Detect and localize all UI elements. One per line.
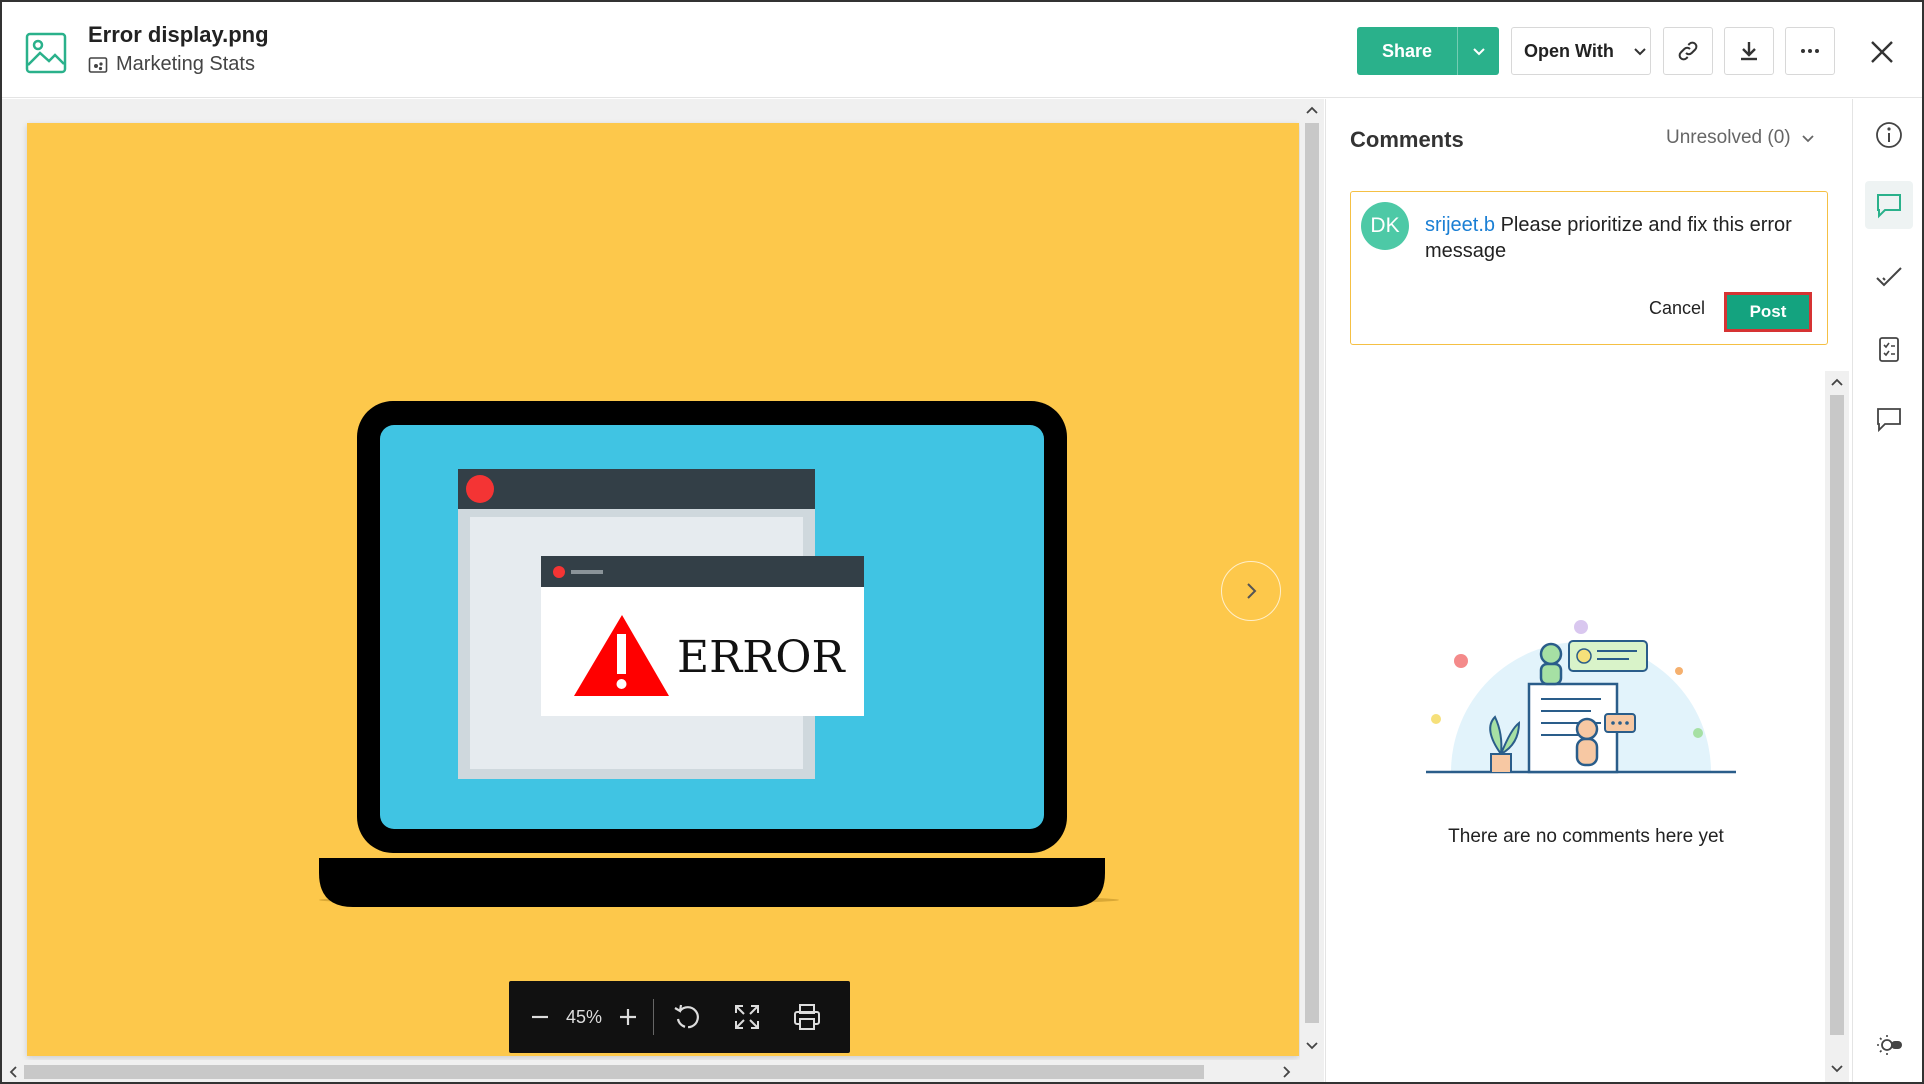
laptop-error-illustration: ERROR: [319, 401, 1119, 907]
image-file-icon: [25, 32, 67, 74]
copy-link-button[interactable]: [1663, 27, 1713, 75]
new-comment-card: DK srijeet.b Please prioritize and fix t…: [1350, 191, 1828, 345]
share-button-group: Share: [1357, 27, 1499, 75]
error-image-text: ERROR: [677, 632, 846, 683]
comments-scrollbar[interactable]: [1825, 371, 1849, 1082]
next-icon: [1247, 583, 1257, 599]
next-image-button[interactable]: [1221, 561, 1281, 621]
header: Error display.png Marketing Stats Share …: [2, 2, 1922, 98]
comments-title: Comments: [1350, 127, 1464, 152]
open-with-button[interactable]: Open With: [1511, 27, 1651, 75]
right-sidebar-rail: [1852, 99, 1922, 1082]
comment-input[interactable]: srijeet.b Please prioritize and fix this…: [1425, 212, 1805, 264]
close-button[interactable]: [1862, 32, 1902, 72]
print-icon: [794, 1004, 820, 1030]
open-with-label: Open With: [1524, 40, 1614, 61]
zoom-out-icon: [532, 1015, 548, 1019]
folder-breadcrumb[interactable]: Marketing Stats: [88, 53, 255, 76]
zoom-level: 45%: [565, 1006, 603, 1027]
share-dropdown-button[interactable]: [1458, 27, 1499, 75]
checklist-tab[interactable]: [1865, 325, 1913, 373]
post-button[interactable]: Post: [1724, 292, 1812, 332]
comments-panel: Comments Unresolved (0) DK srijeet.b Ple…: [1325, 99, 1851, 1082]
zoom-toolbar: 45%: [509, 981, 850, 1053]
rotate-button[interactable]: [668, 997, 706, 1037]
chevron-down-icon: [1634, 48, 1646, 56]
scrollbar-thumb[interactable]: [1305, 123, 1319, 1023]
rotate-icon: [674, 1004, 699, 1029]
cancel-button[interactable]: Cancel: [1649, 298, 1705, 319]
more-options-button[interactable]: [1785, 27, 1835, 75]
app-window: Error display.png Marketing Stats Share …: [0, 0, 1924, 1084]
close-icon: [1871, 41, 1893, 63]
theme-toggle[interactable]: [1865, 1021, 1913, 1069]
more-icon: [1801, 49, 1819, 53]
share-button[interactable]: Share: [1357, 27, 1458, 75]
scroll-up-icon: [1831, 378, 1843, 386]
empty-comments-text: There are no comments here yet: [1448, 826, 1724, 847]
zoom-in-icon: [620, 1009, 636, 1025]
check-icon: [1876, 267, 1902, 287]
folder-icon: [88, 56, 108, 73]
download-button[interactable]: [1724, 27, 1774, 75]
fullscreen-button[interactable]: [728, 997, 766, 1037]
print-button[interactable]: [788, 997, 826, 1037]
scroll-right-icon: [1283, 1066, 1291, 1078]
zoom-in-button[interactable]: [609, 997, 647, 1037]
scroll-down-icon: [1306, 1042, 1318, 1050]
image-viewer: ERROR 45%: [2, 99, 1324, 1082]
vertical-scrollbar[interactable]: [1300, 99, 1324, 1064]
avatar: DK: [1361, 202, 1409, 250]
file-name: Error display.png: [88, 22, 269, 47]
info-tab[interactable]: [1865, 111, 1913, 159]
download-icon: [1741, 42, 1757, 61]
scrollbar-thumb[interactable]: [24, 1065, 1204, 1079]
theme-toggle-icon: [1877, 1035, 1902, 1055]
chat-icon: [1877, 408, 1901, 433]
info-icon: [1876, 122, 1902, 148]
tasks-icon: [1879, 337, 1899, 362]
preview-image: ERROR: [27, 123, 1299, 1056]
fullscreen-icon: [735, 1005, 759, 1029]
scrollbar-thumb[interactable]: [1830, 395, 1844, 1035]
folder-name: Marketing Stats: [116, 53, 255, 75]
chevron-down-icon: [1801, 135, 1814, 143]
comment-icon: [1877, 194, 1901, 219]
toolbar-divider: [653, 999, 654, 1035]
tasks-check-tab[interactable]: [1865, 253, 1913, 301]
user-mention[interactable]: srijeet.b: [1425, 214, 1495, 236]
scroll-up-icon: [1306, 106, 1318, 114]
horizontal-scrollbar[interactable]: [2, 1060, 1300, 1082]
zoom-out-button[interactable]: [521, 997, 559, 1037]
comments-tab[interactable]: [1865, 181, 1913, 229]
comments-filter-label: Unresolved (0): [1666, 127, 1791, 148]
scroll-left-icon: [9, 1066, 17, 1078]
link-icon: [1678, 41, 1698, 61]
chat-tab[interactable]: [1865, 395, 1913, 443]
no-comments-illustration: [1426, 620, 1736, 774]
chevron-down-icon: [1472, 48, 1485, 56]
scroll-down-icon: [1831, 1065, 1843, 1073]
comments-filter-dropdown[interactable]: Unresolved (0): [1666, 127, 1815, 149]
